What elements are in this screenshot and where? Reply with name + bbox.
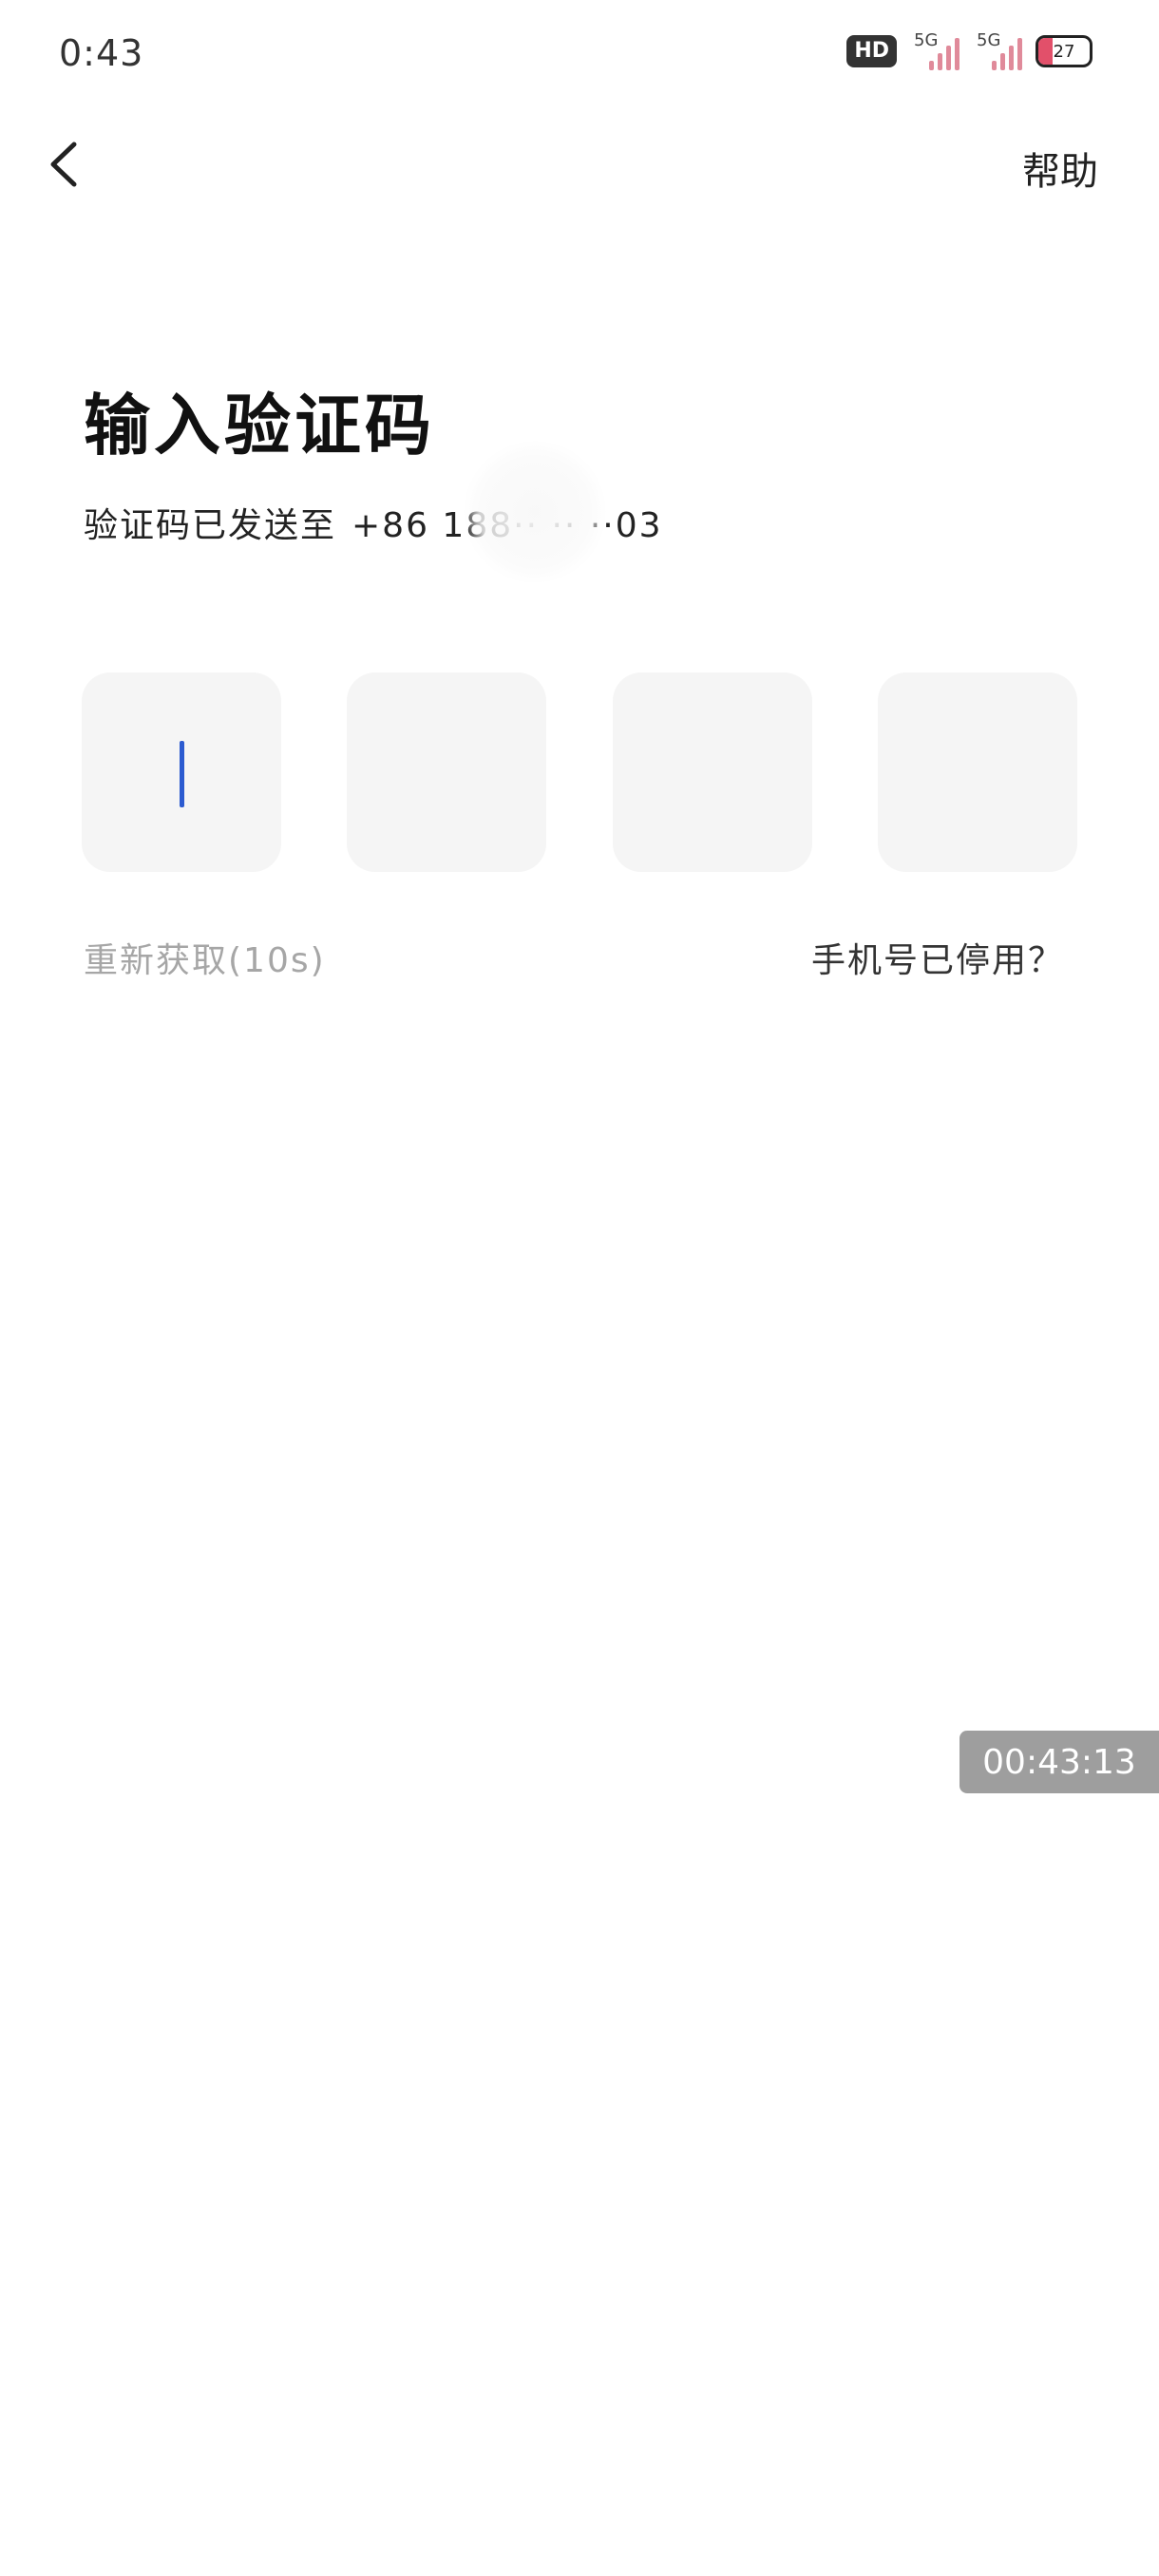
status-time: 0:43 [59,32,144,74]
network-type-label: 5G [914,30,939,50]
signal-strength-icon-2: 5G [973,30,1022,70]
signal-strength-icon: 5G [910,30,960,70]
recording-timer: 00:43:13 [960,1731,1159,1793]
phone-disabled-link[interactable]: 手机号已停用？ [811,933,1064,982]
code-input-3[interactable] [612,672,812,872]
hd-voice-icon: HD [846,35,897,67]
battery-icon: 27 [1036,35,1092,67]
battery-level: 27 [1053,41,1075,62]
chevron-left-icon [50,142,77,187]
status-bar: 0:43 HD 5G 5G 27 [0,0,1159,114]
code-input-4[interactable] [877,672,1077,872]
page-title: 输入验证码 [84,387,435,464]
verification-code-inputs [82,672,1077,872]
code-input-2[interactable] [347,672,547,872]
text-cursor [180,741,184,807]
resend-code-link[interactable]: 重新获取(10s) [84,933,326,982]
back-button[interactable] [42,133,89,196]
status-icons: HD 5G 5G 27 [846,30,1092,70]
help-button[interactable]: 帮助 [1022,141,1098,196]
network-type-label-2: 5G [977,30,1001,50]
privacy-mask [464,441,606,583]
code-sent-prefix: 验证码已发送至 [84,506,337,545]
